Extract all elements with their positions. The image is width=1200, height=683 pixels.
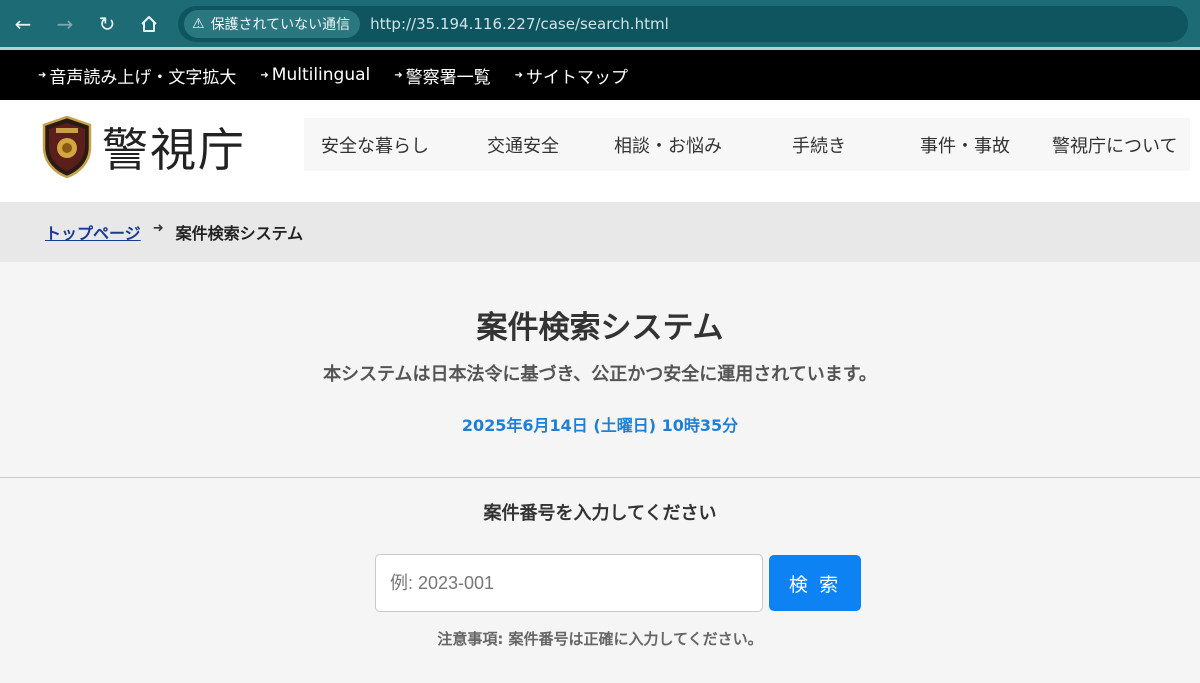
logo-text: 警視庁 [102, 123, 246, 177]
nav-item-safe-living[interactable]: 安全な暮らし [321, 132, 429, 158]
utility-link-label: 警察署一覧 [405, 67, 491, 88]
utility-link-label: Multilingual [271, 65, 371, 85]
site-header: 警視庁 安全な暮らし 交通安全 相談・お悩み 手続き 事件・事故 警視庁について [0, 100, 1200, 202]
page-title: 案件検索システム [476, 310, 724, 346]
breadcrumb-home-link[interactable]: トップページ [45, 220, 141, 244]
search-heading: 案件番号を入力してください [483, 503, 717, 524]
utility-bar: ➜ 音声読み上げ・文字拡大 ➜ Multilingual ➜ 警察署一覧 ➜ サイトマッ… [0, 50, 1200, 100]
search-button[interactable]: 検 索 [769, 555, 861, 611]
utility-link-voice[interactable]: ➜ 音声読み上げ・文字拡大 [38, 63, 236, 88]
nav-item-about[interactable]: 警視庁について [1052, 132, 1177, 158]
url-text[interactable]: http://35.194.116.227/case/search.html [370, 15, 669, 33]
breadcrumb: トップページ ➜ 案件検索システム [0, 202, 1200, 262]
address-bar[interactable]: ⚠ 保護されていない通信 http://35.194.116.227/case/… [178, 5, 1188, 42]
nav-item-consultation[interactable]: 相談・お悩み [614, 132, 722, 158]
search-section: 案件番号を入力してください 検 索 注意事項: 案件番号は正確に入力してください… [0, 478, 1200, 683]
utility-link-label: サイトマップ [526, 67, 629, 88]
page-subtitle: 本システムは日本法令に基づき、公正かつ安全に運用されています。 [323, 364, 877, 385]
back-arrow-icon[interactable]: ← [2, 3, 44, 45]
arrow-right-icon: ➜ [514, 69, 524, 81]
reload-icon[interactable]: ↻ [86, 3, 128, 45]
arrow-right-icon: ➜ [260, 69, 269, 81]
forward-arrow-icon[interactable]: → [44, 3, 86, 45]
police-emblem-icon [42, 115, 92, 179]
site-logo[interactable]: 警視庁 [38, 106, 256, 188]
case-number-input[interactable] [375, 554, 763, 612]
breadcrumb-current: 案件検索システム [175, 224, 304, 243]
utility-link-label: 音声読み上げ・文字拡大 [49, 67, 237, 88]
utility-link-multilingual[interactable]: ➜ Multilingual [260, 65, 370, 85]
nav-item-procedures[interactable]: 手続き [792, 132, 846, 158]
hero-section: 案件検索システム 本システムは日本法令に基づき、公正かつ安全に運用されています。… [0, 262, 1200, 477]
utility-link-stations[interactable]: ➜ 警察署一覧 [394, 63, 490, 88]
main-navigation: 安全な暮らし 交通安全 相談・お悩み 手続き 事件・事故 警視庁について [304, 118, 1190, 171]
breadcrumb-arrow-icon: ➜ [152, 220, 164, 236]
browser-toolbar: ← → ↻ ⚠ 保護されていない通信 http://35.194.116.227… [0, 0, 1200, 47]
security-label: 保護されていない通信 [210, 16, 351, 33]
input-notice: 注意事項: 案件番号は正確に入力してください。 [437, 630, 763, 648]
arrow-right-icon: ➜ [394, 69, 403, 81]
warning-triangle-icon: ⚠ [192, 15, 205, 32]
current-datetime: 2025年6月14日 (土曜日) 10時35分 [461, 416, 739, 435]
security-indicator[interactable]: ⚠ 保護されていない通信 [184, 9, 361, 38]
nav-item-incidents[interactable]: 事件・事故 [920, 132, 1010, 158]
home-icon[interactable] [128, 3, 170, 45]
utility-link-sitemap[interactable]: ➜ サイトマップ [515, 63, 628, 88]
arrow-right-icon: ➜ [38, 69, 47, 81]
nav-item-traffic-safety[interactable]: 交通安全 [487, 132, 559, 158]
